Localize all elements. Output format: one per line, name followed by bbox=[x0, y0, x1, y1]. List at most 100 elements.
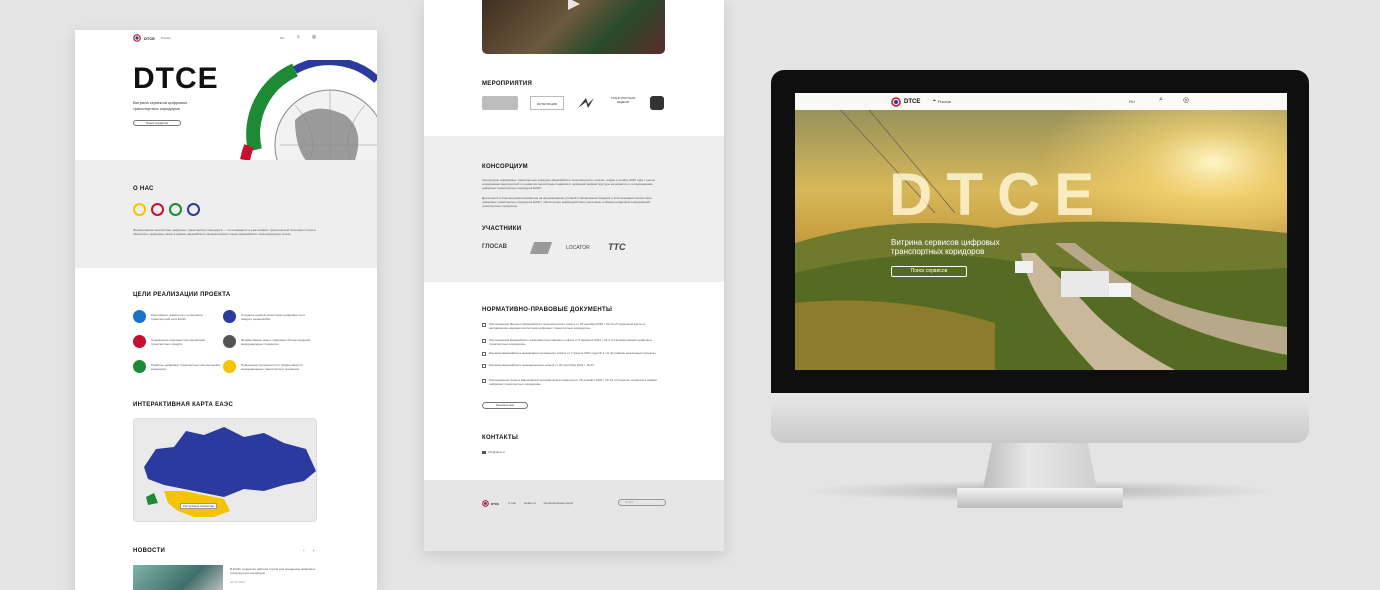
document-item-2[interactable]: Распоряжение Евразийского межправительст… bbox=[482, 338, 662, 346]
monitor-stand-base bbox=[957, 488, 1123, 508]
contact-email[interactable]: info@dtce.ru bbox=[482, 450, 505, 454]
about-text: Формирование экосистемы цифровых транспо… bbox=[133, 228, 316, 236]
goal-item-4: Формирование новых цифровых бизнес-модел… bbox=[223, 335, 311, 348]
footer-link-map[interactable]: Интерактивная карта bbox=[544, 501, 574, 505]
document-icon bbox=[482, 379, 486, 383]
map-title: ИНТЕРАКТИВНАЯ КАРТА ЕАЭС bbox=[133, 402, 234, 408]
language-selector[interactable]: RU bbox=[280, 36, 284, 40]
map-tooltip: Республика Казахстан bbox=[180, 503, 218, 509]
news-prev-icon[interactable]: ‹ bbox=[303, 548, 305, 554]
about-section bbox=[75, 160, 377, 268]
search-icon[interactable]: ⌕ bbox=[297, 34, 300, 40]
interactive-map[interactable]: Республика Казахстан bbox=[133, 418, 317, 522]
monitor-tagline-line1: Витрина сервисов цифровых bbox=[891, 238, 1000, 247]
dtce-logo-icon bbox=[891, 97, 901, 107]
goal-item-3: Сокращение издержек при перевозках транс… bbox=[133, 335, 221, 348]
news-title: НОВОСТИ bbox=[133, 548, 166, 554]
mobile-page-left: DTCE Россия RU ⌕ ◎ DTCE Витрина сервисов… bbox=[75, 30, 377, 590]
monitor-account-icon[interactable]: ◎ bbox=[1183, 96, 1189, 104]
document-item-5[interactable]: Распоряжение Совета Евразийской экономич… bbox=[482, 378, 662, 386]
about-icons bbox=[133, 203, 200, 216]
documents-title: НОРМАТИВНО-ПРАВОВЫЕ ДОКУМЕНТЫ bbox=[482, 307, 613, 313]
network-icon bbox=[223, 310, 236, 323]
pin-icon: ⌖ bbox=[933, 98, 936, 104]
monitor-tagline-line2: транспортных коридоров bbox=[891, 247, 985, 256]
hero-search-button[interactable]: Поиск сервисов bbox=[133, 120, 181, 126]
participant-logo-tts[interactable]: ТТС bbox=[608, 242, 626, 252]
event-logo-4[interactable]: ТРАНСПОРТНАЯ НЕДЕЛЯ bbox=[608, 96, 638, 110]
monitor-stand-neck bbox=[983, 443, 1097, 489]
news-image[interactable] bbox=[133, 565, 223, 590]
hero-background bbox=[795, 93, 1287, 370]
goal-item-1: Реализация транзитного потенциала трансп… bbox=[133, 310, 221, 323]
monitor-hero-tagline: Витрина сервисов цифровых транспортных к… bbox=[891, 238, 1000, 256]
footer-link-about[interactable]: О нас bbox=[508, 501, 516, 505]
news-item-date: 20.05.2024 bbox=[230, 580, 246, 584]
plane-icon bbox=[133, 203, 146, 216]
event-logo-3[interactable] bbox=[576, 96, 596, 110]
flag-icon bbox=[133, 310, 146, 323]
event-logo-5[interactable] bbox=[650, 96, 664, 110]
monitor-screen: DTCE ⌖ Россия RU ⌕ ◎ DTCE Витрина сервис… bbox=[795, 93, 1287, 370]
document-icon bbox=[482, 352, 486, 356]
footer bbox=[424, 480, 724, 551]
event-logo-1[interactable] bbox=[482, 96, 518, 110]
account-icon[interactable]: ◎ bbox=[312, 34, 316, 40]
footer-link-news[interactable]: Новости bbox=[524, 501, 536, 505]
event-logo-2[interactable]: ИНТЕГРАЦИЯ bbox=[530, 96, 564, 110]
logo-text: DTCE bbox=[144, 35, 155, 41]
cycle-icon bbox=[133, 335, 146, 348]
document-item-3[interactable]: Решение Евразийского межправительственно… bbox=[482, 351, 662, 356]
news-next-icon[interactable]: › bbox=[313, 548, 315, 554]
goal-item-5: Развитие цифровых транспортных экологиче… bbox=[133, 360, 221, 373]
goal-item-6: Повышение прозрачности и эффективности м… bbox=[223, 360, 311, 373]
participant-logo-locator[interactable]: LOCATOR bbox=[566, 245, 590, 251]
monitor-logo[interactable]: DTCE bbox=[891, 97, 920, 107]
document-icon bbox=[482, 364, 486, 368]
monitor-chin bbox=[771, 393, 1309, 443]
footer-logo[interactable]: DTCE bbox=[482, 500, 499, 507]
contacts-title: КОНТАКТЫ bbox=[482, 435, 519, 441]
footer-links: О нас Новости Интерактивная карта bbox=[508, 501, 573, 505]
mobile-page-middle: МЕРОПРИЯТИЯ ИНТЕГРАЦИЯ ТРАНСПОРТНАЯ НЕДЕ… bbox=[424, 0, 724, 551]
footer-search-input[interactable]: Поиск bbox=[618, 499, 666, 506]
monitor-search-icon[interactable]: ⌕ bbox=[1159, 96, 1163, 104]
monitor-navbar bbox=[795, 93, 1287, 110]
eco-icon bbox=[133, 360, 146, 373]
hero-tagline: Витрина сервисов цифровых транспортных к… bbox=[133, 100, 187, 112]
monitor-search-button[interactable]: Поиск сервисов bbox=[891, 266, 967, 277]
bus-icon bbox=[187, 203, 200, 216]
about-title: О НАС bbox=[133, 186, 154, 192]
consortium-title: КОНСОРЦИУМ bbox=[482, 164, 528, 170]
hero-title: DTCE bbox=[133, 62, 219, 95]
document-item-1[interactable]: Распоряжение Высшего Евразийского эконом… bbox=[482, 322, 662, 330]
document-icon bbox=[482, 323, 486, 327]
consortium-text-1: Консорциум «Цифровые транспортные коридо… bbox=[482, 178, 655, 190]
consortium-text-2: Деятельность Консорциума направлена на ф… bbox=[482, 196, 652, 208]
mail-icon bbox=[482, 450, 486, 454]
document-item-4[interactable]: Решение Евразийского экономического сове… bbox=[482, 363, 662, 368]
document-icon bbox=[482, 339, 486, 343]
news-item-text[interactable]: В ЕАЭС создается рабочая группа для внед… bbox=[230, 567, 320, 575]
documents-show-all-button[interactable]: Показать все bbox=[482, 402, 528, 409]
monitor-hero-title: DTCE bbox=[889, 161, 1109, 228]
header-logo[interactable]: DTCE bbox=[133, 34, 155, 42]
eaeu-map bbox=[144, 427, 316, 517]
dtce-logo-icon bbox=[482, 500, 489, 507]
goals-title: ЦЕЛИ РЕАЛИЗАЦИИ ПРОЕКТА bbox=[133, 292, 231, 298]
news-hero-image[interactable] bbox=[482, 0, 665, 54]
hero-tagline-line2: транспортных коридоров bbox=[133, 106, 180, 111]
bulb-icon bbox=[223, 360, 236, 373]
participants-title: УЧАСТНИКИ bbox=[482, 226, 522, 232]
consortium-section bbox=[424, 136, 724, 282]
monitor-location-selector[interactable]: ⌖ Россия bbox=[933, 98, 951, 104]
goal-item-2: Создание единой экосистемы цифровых сети… bbox=[223, 310, 311, 323]
events-title: МЕРОПРИЯТИЯ bbox=[482, 81, 533, 87]
monitor-language-selector[interactable]: RU bbox=[1129, 99, 1135, 104]
location-selector[interactable]: Россия bbox=[161, 36, 171, 40]
train-icon bbox=[169, 203, 182, 216]
participant-logo-glosav[interactable]: ГЛОСАВ bbox=[482, 244, 507, 250]
truck-icon bbox=[151, 203, 164, 216]
play-icon[interactable] bbox=[568, 0, 580, 10]
dtce-logo-icon bbox=[133, 34, 141, 42]
